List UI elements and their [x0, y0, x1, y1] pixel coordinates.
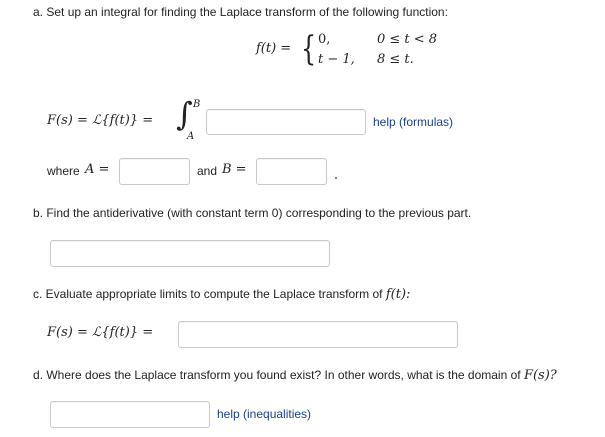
case-1-expr: 0,	[318, 32, 331, 47]
part-b-instruction: b. Find the antiderivative (with constan…	[33, 206, 472, 220]
integrand-input[interactable]	[206, 109, 366, 135]
part-c-lhs: F(s) = ℒ{f(t)} =	[47, 325, 154, 340]
limit-a-input[interactable]	[119, 158, 190, 185]
integral-lower-limit: A	[187, 131, 195, 142]
piecewise-lhs: f(t) =	[256, 41, 292, 56]
part-d-instruction: d. Where does the Laplace transform you …	[33, 368, 557, 383]
and-label: and	[197, 164, 218, 178]
case-2-condition: 8 ≤ t.	[377, 52, 414, 67]
b-label: B =	[222, 162, 247, 177]
integral-sign: ∫	[176, 95, 193, 133]
left-brace: {	[301, 29, 317, 69]
integral-upper-limit: B	[193, 99, 201, 110]
case-2-expr: t − 1,	[318, 52, 355, 67]
part-c-instruction: c. Evaluate appropriate limits to comput…	[33, 287, 410, 302]
a-label: A =	[85, 162, 110, 177]
part-c-instruction-text: c. Evaluate appropriate limits to comput…	[33, 287, 383, 301]
part-d-instruction-math: F(s)?	[523, 368, 557, 383]
antiderivative-input[interactable]	[50, 240, 330, 267]
limit-b-input[interactable]	[256, 158, 327, 185]
help-formulas-link[interactable]: help (formulas)	[373, 115, 453, 129]
part-d-instruction-text: d. Where does the Laplace transform you …	[33, 368, 521, 382]
help-inequalities-link[interactable]: help (inequalities)	[217, 407, 311, 421]
domain-input[interactable]	[50, 401, 210, 428]
part-a-instruction: a. Set up an integral for finding the La…	[33, 5, 448, 19]
period-dot	[335, 177, 337, 179]
where-label: where	[47, 164, 80, 178]
part-c-instruction-math: f(t):	[385, 287, 411, 302]
case-1-condition: 0 ≤ t < 8	[377, 32, 438, 47]
laplace-result-input[interactable]	[178, 321, 458, 348]
transform-lhs: F(s) = ℒ{f(t)} =	[47, 113, 154, 128]
piecewise-function: f(t) = { 0, 0 ≤ t < 8 t − 1, 8 ≤ t.	[256, 30, 456, 74]
